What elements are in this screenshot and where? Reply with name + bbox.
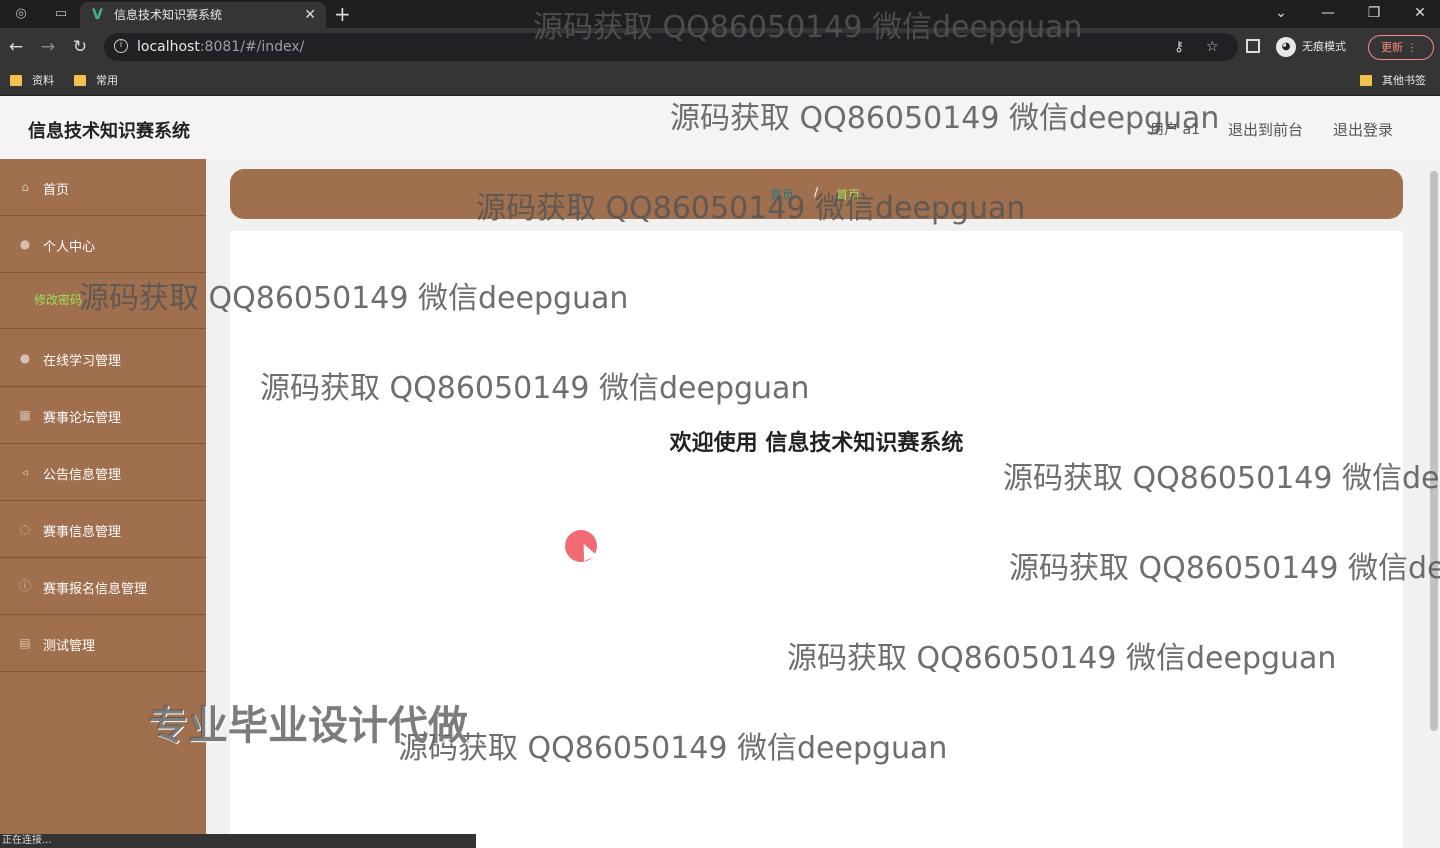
other-bookmarks[interactable]: 其他书签 [1360, 66, 1426, 96]
info-icon: ⓘ [18, 579, 31, 593]
current-user-label: 用户 a1 [1150, 122, 1200, 138]
browser-toolbar: ← → ↻ i localhost:8081/#/index/ ⚷ ☆ ◕ 无痕… [0, 28, 1440, 66]
restore-button[interactable]: ❐ [1359, 2, 1389, 24]
sidebar-item-label: 测试管理 [43, 639, 96, 654]
sidebar-item-label: 首页 [43, 183, 70, 198]
grid-icon: ▦ [19, 408, 31, 422]
sidebar-item-label: 公告信息管理 [43, 468, 122, 483]
vue-logo-icon: V [92, 7, 103, 23]
incognito-indicator[interactable]: ◕ 无痕模式 [1276, 37, 1346, 57]
bookmark-folder-changyong[interactable]: 常用 [74, 66, 118, 96]
window-close-button[interactable]: ✕ [1405, 2, 1435, 24]
user-icon: ● [19, 237, 31, 251]
top-navbar: 信息技术知识赛系统 用户 a1 退出到前台 退出登录 [0, 97, 1440, 159]
update-button[interactable]: 更新 ⋮ [1368, 35, 1434, 60]
sidebar-item-home[interactable]: ⌂ 首页 [0, 159, 206, 216]
sidebar-item-label: 在线学习管理 [43, 354, 122, 369]
breadcrumb-home-link[interactable]: 首页 [770, 186, 794, 203]
message-icon: ◌ [19, 522, 31, 536]
site-info-icon[interactable]: i [114, 39, 128, 53]
bookmarks-bar: 资料 常用 其他书签 [0, 66, 1440, 96]
forward-arrow-icon[interactable]: → [36, 36, 60, 58]
logout-link[interactable]: 退出登录 [1333, 119, 1393, 140]
url-text: localhost:8081/#/index/ [137, 39, 305, 55]
reload-icon[interactable]: ↻ [68, 36, 92, 58]
back-to-frontend-link[interactable]: 退出到前台 [1228, 119, 1303, 140]
breadcrumb-separator: / [814, 185, 819, 199]
megaphone-icon: ◃ [21, 465, 29, 479]
other-bookmarks-label: 其他书签 [1382, 74, 1426, 87]
change-password-label: 修改密码 [34, 293, 83, 307]
welcome-message: 欢迎使用 信息技术知识赛系统 [669, 431, 964, 456]
new-tab-button[interactable]: + [334, 2, 351, 26]
person-icon: ● [19, 351, 31, 365]
sidebar-subitem-change-password[interactable]: 修改密码 [0, 273, 206, 329]
bookmark-label: 资料 [32, 74, 54, 87]
doc-icon: ▤ [19, 636, 31, 650]
site-title: 信息技术知识赛系统 [28, 121, 190, 142]
sidebar-item-personal-center[interactable]: ● 个人中心 [0, 216, 206, 273]
sidebar-item-announcements[interactable]: ◃ 公告信息管理 [0, 444, 206, 501]
incognito-icon: ◕ [1276, 37, 1296, 57]
scrollbar-thumb[interactable] [1430, 171, 1438, 731]
tab-list-chevron-icon[interactable]: ⌄ [1266, 2, 1296, 24]
minimize-button[interactable]: — [1313, 2, 1343, 24]
bookmark-star-icon[interactable]: ☆ [1206, 33, 1219, 61]
breadcrumb: 首页 / 首页 [230, 169, 1403, 219]
tab-title: 信息技术知识赛系统 [114, 8, 223, 22]
sidebar-item-registration[interactable]: ⓘ 赛事报名信息管理 [0, 558, 206, 615]
update-label: 更新 [1381, 41, 1403, 54]
folder-icon [74, 75, 86, 86]
address-bar[interactable]: i localhost:8081/#/index/ ⚷ ☆ [104, 33, 1238, 61]
sidebar-item-tests[interactable]: ▤ 测试管理 [0, 615, 206, 672]
sidebar-item-event-info[interactable]: ◌ 赛事信息管理 [0, 501, 206, 558]
browser-tab-bar: ◎ ▭ V 信息技术知识赛系统 ✕ + ⌄ — ❐ ✕ [0, 0, 1440, 28]
sidebar-item-label: 赛事论坛管理 [43, 411, 122, 426]
sidebar-item-online-learning[interactable]: ● 在线学习管理 [0, 330, 206, 387]
sidebar-item-label: 赛事报名信息管理 [43, 582, 148, 597]
close-icon[interactable]: ✕ [304, 2, 316, 28]
browser-logo-icon: ◎ [15, 6, 27, 21]
key-icon[interactable]: ⚷ [1174, 33, 1184, 61]
folder-icon [10, 75, 22, 86]
folder-icon [1360, 75, 1372, 86]
home-icon: ⌂ [21, 180, 29, 194]
page-scrollbar[interactable] [1428, 159, 1440, 848]
back-arrow-icon[interactable]: ← [4, 36, 28, 58]
watermark-banner: 专业毕业设计代做 [148, 703, 468, 749]
bookmark-label: 常用 [96, 74, 118, 87]
browser-status-bar: 正在连接... [0, 834, 476, 848]
breadcrumb-current: 首页 [836, 188, 861, 202]
welcome-panel: 欢迎使用 信息技术知识赛系统 [230, 231, 1403, 848]
browser-tab[interactable]: V 信息技术知识赛系统 ✕ [80, 2, 326, 28]
sidebar-item-label: 个人中心 [43, 240, 96, 255]
bookmark-folder-ziliao[interactable]: 资料 [10, 66, 54, 96]
sidebar-item-label: 赛事信息管理 [43, 525, 122, 540]
side-panel-icon[interactable] [1246, 39, 1260, 53]
incognito-label: 无痕模式 [1302, 40, 1346, 53]
tab-search-icon[interactable]: ▭ [50, 4, 72, 24]
sidebar-item-forum[interactable]: ▦ 赛事论坛管理 [0, 387, 206, 444]
